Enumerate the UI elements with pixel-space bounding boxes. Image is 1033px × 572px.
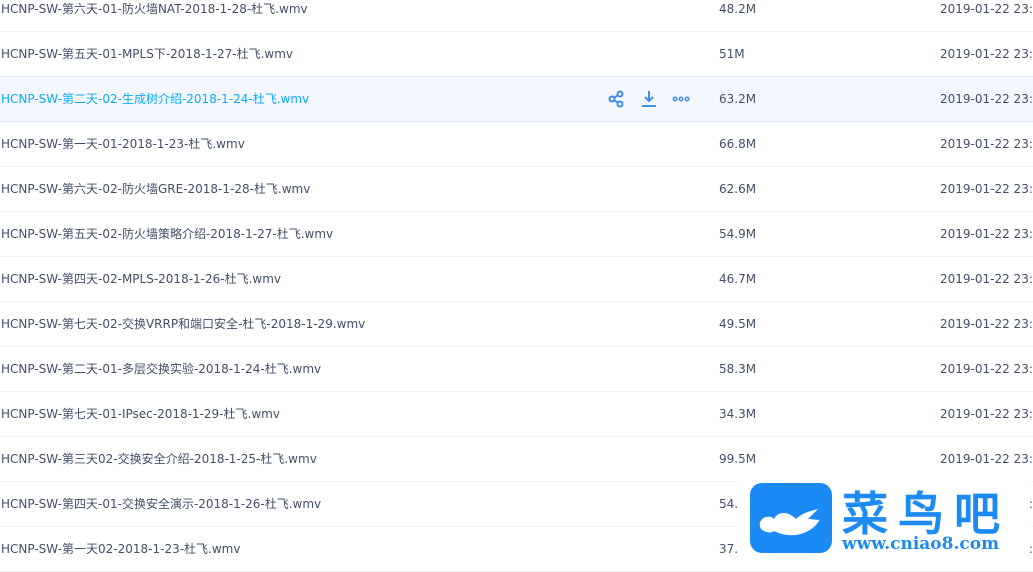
file-row[interactable]: HCNP-SW-第二天-01-多层交换实验-2018-1-24-杜飞.wmv 58… <box>0 347 1033 392</box>
file-size: 63.2M <box>719 92 757 106</box>
watermark-url: www.cniao8.com <box>842 534 1000 554</box>
file-row[interactable]: HCNP-SW-第二天-02-生成树介绍-2018-1-24-杜飞.wmv 63… <box>0 76 1033 122</box>
file-date: 2019-01-22 23:23 <box>940 2 1033 16</box>
file-row[interactable]: HCNP-SW-第六天-01-防火墙NAT-2018-1-28-杜飞.wmv 48… <box>0 0 1033 32</box>
file-row[interactable]: HCNP-SW-第一天-01-2018-1-23-杜飞.wmv 66.8M 201… <box>0 122 1033 167</box>
file-name[interactable]: HCNP-SW-第三天02-交换安全介绍-2018-1-25-杜飞.wmv <box>1 437 317 481</box>
file-date: 2019-01-22 23:23 <box>940 272 1033 286</box>
file-row[interactable]: HCNP-SW-第四天-02-MPLS-2018-1-26-杜飞.wmv 46.7… <box>0 257 1033 302</box>
file-date: 2019-01-22 23:23 <box>940 407 1033 421</box>
file-name[interactable]: HCNP-SW-第七天-01-IPsec-2018-1-29-杜飞.wmv <box>1 392 280 436</box>
file-name[interactable]: HCNP-SW-第七天-02-交换VRRP和端口安全-杜飞-2018-1-29.… <box>1 302 365 346</box>
file-name[interactable]: HCNP-SW-第四天-02-MPLS-2018-1-26-杜飞.wmv <box>1 257 281 301</box>
download-icon[interactable] <box>640 90 658 108</box>
file-date: 2019-01-22 23:23 <box>940 317 1033 331</box>
file-size: 99.5M <box>719 452 757 466</box>
file-name[interactable]: HCNP-SW-第一天02-2018-1-23-杜飞.wmv <box>1 527 240 571</box>
file-date: 2019-01-22 23:23 <box>940 137 1033 151</box>
file-name[interactable]: HCNP-SW-第二天-01-多层交换实验-2018-1-24-杜飞.wmv <box>1 347 321 391</box>
file-row[interactable]: HCNP-SW-第三天02-交换安全介绍-2018-1-25-杜飞.wmv 99.… <box>0 437 1033 482</box>
file-size: 34.3M <box>719 407 757 421</box>
watermark: 菜鸟吧 www.cniao8.com <box>738 478 1030 558</box>
file-date: 2019-01-22 23:23 <box>940 362 1033 376</box>
file-name[interactable]: HCNP-SW-第六天-02-防火墙GRE-2018-1-28-杜飞.wmv <box>1 167 310 211</box>
bird-logo-icon <box>750 483 832 553</box>
row-actions <box>608 90 690 108</box>
file-size: 49.5M <box>719 317 757 331</box>
file-size: 46.7M <box>719 272 757 286</box>
file-size: 66.8M <box>719 137 757 151</box>
file-size: 51M <box>719 47 745 61</box>
file-date: 2019-01-22 23:23 <box>940 452 1033 466</box>
file-size: 62.6M <box>719 182 757 196</box>
file-date: 2019-01-22 23:23 <box>940 47 1033 61</box>
file-name[interactable]: HCNP-SW-第五天-01-MPLS下-2018-1-27-杜飞.wmv <box>1 32 293 76</box>
file-row[interactable]: HCNP-SW-第五天-01-MPLS下-2018-1-27-杜飞.wmv 51M… <box>0 32 1033 77</box>
file-size: 54.9M <box>719 227 757 241</box>
file-size: 48.2M <box>719 2 757 16</box>
file-name[interactable]: HCNP-SW-第四天-01-交换安全演示-2018-1-26-杜飞.wmv <box>1 482 321 526</box>
file-date: 2019-01-22 23:23 <box>940 182 1033 196</box>
file-size: 58.3M <box>719 362 757 376</box>
file-name[interactable]: HCNP-SW-第五天-02-防火墙策略介绍-2018-1-27-杜飞.wmv <box>1 212 333 256</box>
file-name[interactable]: HCNP-SW-第六天-01-防火墙NAT-2018-1-28-杜飞.wmv <box>1 0 308 31</box>
file-row[interactable]: HCNP-SW-第五天-02-防火墙策略介绍-2018-1-27-杜飞.wmv 5… <box>0 212 1033 257</box>
file-name[interactable]: HCNP-SW-第二天-02-生成树介绍-2018-1-24-杜飞.wmv <box>1 77 309 121</box>
file-row[interactable]: HCNP-SW-第七天-02-交换VRRP和端口安全-杜飞-2018-1-29.… <box>0 302 1033 347</box>
file-name[interactable]: HCNP-SW-第一天-01-2018-1-23-杜飞.wmv <box>1 122 245 166</box>
file-row[interactable]: HCNP-SW-第七天-01-IPsec-2018-1-29-杜飞.wmv 34.… <box>0 392 1033 437</box>
file-date: 2019-01-22 23:23 <box>940 227 1033 241</box>
file-date: 2019-01-22 23:23 <box>940 92 1033 106</box>
file-row[interactable]: HCNP-SW-第六天-02-防火墙GRE-2018-1-28-杜飞.wmv 62… <box>0 167 1033 212</box>
more-icon[interactable] <box>672 90 690 108</box>
share-icon[interactable] <box>608 90 626 108</box>
